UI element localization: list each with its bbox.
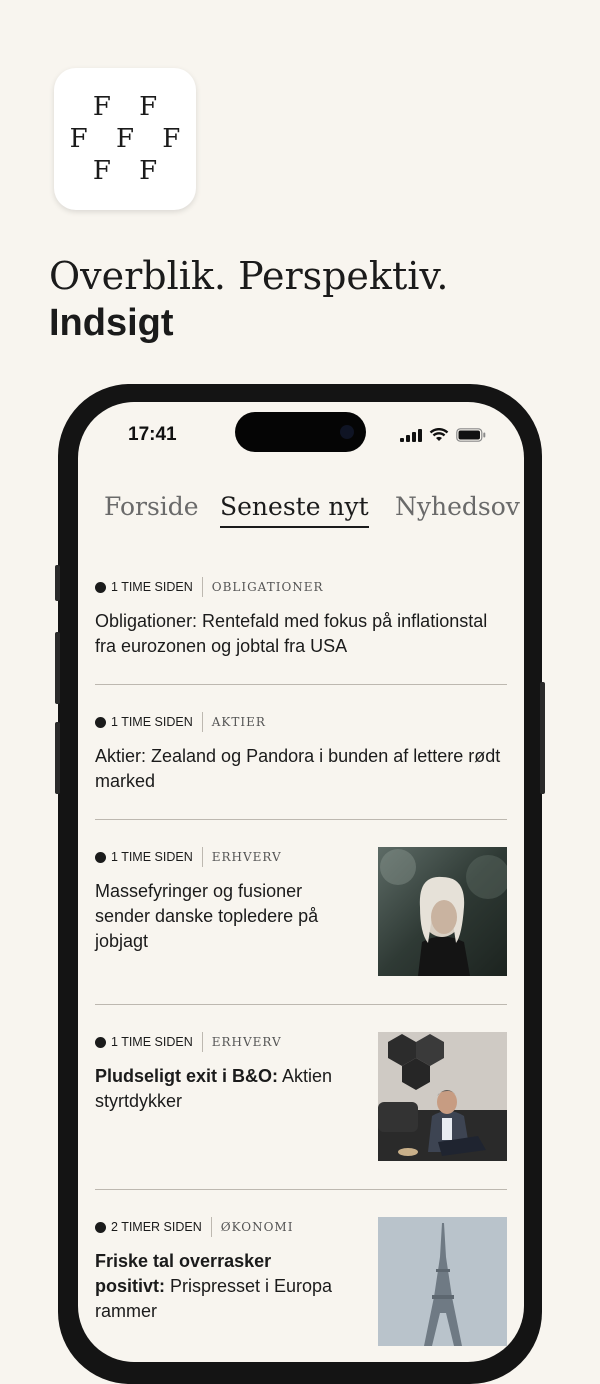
signal-icon [400, 429, 422, 442]
article-item[interactable]: 1 TIME SIDEN AKTIER Aktier: Zealand og P… [95, 712, 507, 794]
phone-volume-up-button [55, 632, 60, 704]
meta-separator [210, 1217, 212, 1237]
meta-separator [201, 577, 203, 597]
article-time: 1 TIME SIDEN [111, 715, 193, 729]
status-icons [400, 428, 486, 442]
phone-mute-button [55, 565, 60, 601]
tagline-line-2: Indsigt [49, 302, 174, 344]
status-time: 17:41 [128, 424, 177, 445]
article-title[interactable]: Friske tal overrasker positivt: Prispres… [95, 1249, 345, 1324]
article-title-text: Massefyringer og fusioner sender danske … [95, 881, 319, 951]
camera-icon [340, 425, 354, 439]
wifi-icon [429, 428, 449, 441]
live-dot-icon [95, 1036, 106, 1048]
battery-icon [456, 428, 486, 442]
article-title[interactable]: Massefyringer og fusioner sender danske … [95, 879, 345, 954]
divider [95, 819, 507, 820]
meta-separator [201, 1032, 203, 1052]
article-category[interactable]: AKTIER [212, 715, 266, 729]
article-title-text: Obligationer: Rentefald med fokus på inf… [95, 611, 488, 656]
article-title-text: Aktier: Zealand og Pandora i bunden af l… [95, 746, 501, 791]
live-dot-icon [95, 716, 106, 728]
article-thumbnail-eiffel-tower[interactable] [378, 1217, 507, 1346]
article-meta: 1 TIME SIDEN AKTIER [95, 712, 507, 732]
divider [95, 684, 507, 685]
article-title[interactable]: Aktier: Zealand og Pandora i bunden af l… [95, 744, 507, 794]
article-time: 1 TIME SIDEN [111, 850, 193, 864]
section-tabs: Forside Seneste nyt Nyhedsov [78, 490, 524, 530]
tagline-line-1: Overblik. Perspektiv. [49, 254, 449, 298]
article-category[interactable]: ERHVERV [212, 850, 282, 864]
app-icon: F F F F F F F [54, 68, 196, 210]
tab-seneste-nyt[interactable]: Seneste nyt [220, 490, 369, 528]
article-thumbnail-woman-portrait[interactable] [378, 847, 507, 976]
article-category[interactable]: ERHVERV [212, 1035, 282, 1049]
live-dot-icon [95, 581, 106, 593]
live-dot-icon [95, 851, 106, 863]
dynamic-island [235, 412, 366, 452]
article-item[interactable]: 1 TIME SIDEN OBLIGATIONER Obligationer: … [95, 577, 507, 659]
divider [95, 1189, 507, 1190]
article-time: 1 TIME SIDEN [111, 580, 193, 594]
logo-row-1: F F [92, 92, 168, 122]
article-title[interactable]: Obligationer: Rentefald med fokus på inf… [95, 609, 507, 659]
tab-nyhedsoverblik[interactable]: Nyhedsov [395, 490, 520, 524]
article-category[interactable]: ØKONOMI [221, 1220, 294, 1234]
phone-volume-down-button [55, 722, 60, 794]
meta-separator [201, 712, 203, 732]
article-category[interactable]: OBLIGATIONER [212, 580, 324, 594]
logo-row-3: F F [92, 156, 168, 186]
logo-row-2: F F F [69, 124, 191, 154]
article-time: 1 TIME SIDEN [111, 1035, 193, 1049]
article-time: 2 TIMER SIDEN [111, 1220, 202, 1234]
article-thumbnail-man-on-sofa[interactable] [378, 1032, 507, 1161]
article-meta: 1 TIME SIDEN OBLIGATIONER [95, 577, 507, 597]
article-title-bold: Pludseligt exit i B&O: [95, 1066, 279, 1086]
live-dot-icon [95, 1221, 106, 1233]
tab-forside[interactable]: Forside [104, 490, 199, 524]
phone-power-button [540, 682, 545, 794]
article-title[interactable]: Pludseligt exit i B&O: Aktien styrtdykke… [95, 1064, 345, 1114]
divider [95, 1004, 507, 1005]
phone-screen: 17:41 Forside Seneste nyt Nyhedsov 1 TIM… [78, 402, 524, 1362]
meta-separator [201, 847, 203, 867]
